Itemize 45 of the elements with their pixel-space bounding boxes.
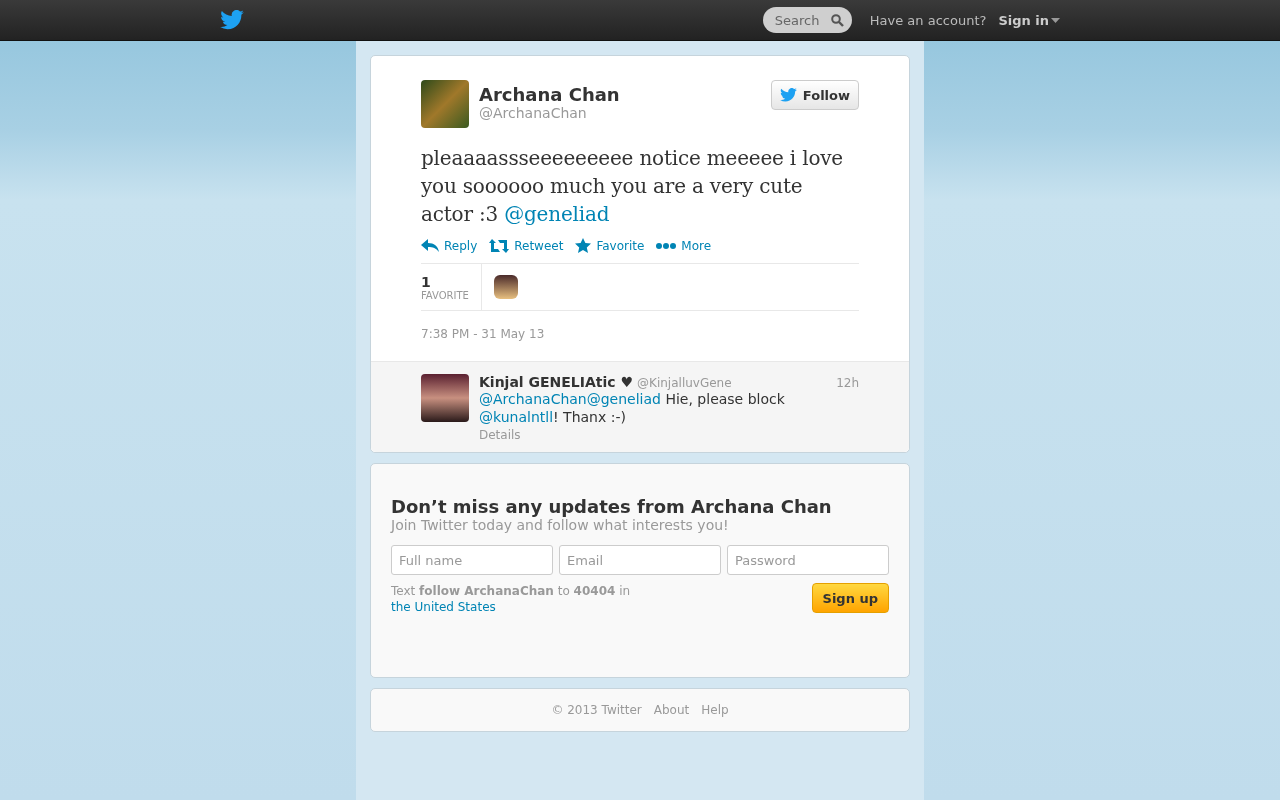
signup-field[interactable]: Password bbox=[727, 545, 889, 575]
signup-field[interactable]: Full name bbox=[391, 545, 553, 575]
tweet-timestamp: 7:38 PM - 31 May 13 bbox=[421, 327, 546, 341]
signup-subtitle: Join Twitter today and follow what interests you! bbox=[391, 517, 730, 533]
user-name: Archana Chan bbox=[479, 84, 621, 105]
mention-link[interactable]: @geneliad bbox=[586, 391, 661, 407]
reply-time: 12h bbox=[836, 376, 859, 390]
search-icon bbox=[830, 14, 844, 27]
mention-link[interactable]: @ArchanaChan bbox=[479, 391, 587, 407]
details-link[interactable]: Details bbox=[479, 428, 859, 442]
reply-arrow-icon bbox=[421, 238, 439, 253]
follow-button[interactable]: Follow bbox=[770, 80, 859, 110]
dots-icon bbox=[656, 241, 677, 250]
country-link[interactable]: the United States bbox=[391, 600, 496, 614]
reply-user-handle: @KinjalluvGene bbox=[637, 376, 732, 390]
reply-user-name: Kinjal GENELIAtic ♥ bbox=[479, 374, 634, 390]
retweet-action[interactable]: Retweet bbox=[489, 238, 564, 253]
footer-link[interactable]: About bbox=[653, 703, 690, 717]
avatar-photo-placeholder bbox=[421, 80, 469, 128]
tweet-text: pleaaaassseeeeeeeee notice meeeee i love you soooooo much you are a very cute actor :3 @geneliad bbox=[421, 145, 844, 228]
account-prompt: Have an account? bbox=[869, 12, 987, 28]
sign-up-button[interactable]: Sign up bbox=[811, 583, 889, 613]
avatar-photo-placeholder bbox=[421, 374, 469, 422]
bird-logo-icon bbox=[220, 10, 244, 30]
favorite-count: 1 bbox=[421, 273, 432, 290]
reply-action[interactable]: Reply bbox=[421, 238, 478, 253]
avatar-photo-placeholder[interactable] bbox=[493, 275, 518, 299]
bird-icon bbox=[779, 88, 797, 102]
caret-icon bbox=[1051, 17, 1060, 23]
reply-text: @ArchanaChan@geneliad Hie, please block @kunalntll! Thanx :-) bbox=[479, 390, 786, 426]
user-handle: @ArchanaChan bbox=[479, 105, 588, 121]
mention-link[interactable]: @geneliad bbox=[504, 202, 610, 226]
favorite-label: FAVORITE bbox=[421, 289, 469, 301]
mention-link[interactable]: @kunalntll bbox=[479, 409, 554, 425]
sign-in-link[interactable]: Sign in bbox=[998, 12, 1060, 28]
retweet-arrows-icon bbox=[489, 238, 510, 253]
more-action[interactable]: More bbox=[656, 238, 712, 253]
search-field[interactable]: Search bbox=[762, 7, 852, 33]
star-icon bbox=[575, 238, 592, 253]
signup-field[interactable]: Email bbox=[559, 545, 721, 575]
signup-title: Don’t miss any updates from Archana Chan bbox=[391, 496, 833, 517]
sms-instructions: Text follow ArchanaChan to 40404 in the United States bbox=[391, 583, 632, 615]
footer-link[interactable]: Help bbox=[701, 703, 729, 717]
favorite-action[interactable]: Favorite bbox=[575, 238, 645, 253]
copyright-text: © 2013 Twitter bbox=[551, 703, 642, 717]
